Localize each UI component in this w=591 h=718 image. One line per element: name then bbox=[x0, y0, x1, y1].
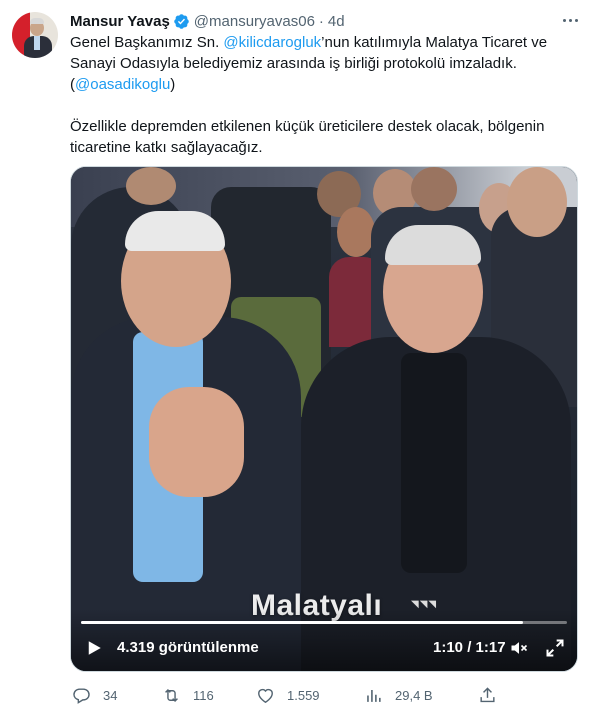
avatar[interactable] bbox=[12, 12, 58, 58]
analytics-button[interactable]: 29,4 B bbox=[364, 684, 433, 706]
retweet-icon bbox=[165, 688, 178, 702]
reply-button[interactable]: 34 bbox=[72, 684, 117, 706]
video-progress-bar[interactable] bbox=[81, 621, 567, 624]
avatar-shirt bbox=[34, 36, 40, 50]
author-name[interactable]: Mansur Yavaş bbox=[70, 13, 170, 30]
like-button[interactable]: 1.559 bbox=[256, 684, 320, 706]
duration: 1:17 bbox=[475, 639, 506, 656]
tweet-actions: 34 116 1.559 29,4 B bbox=[70, 684, 500, 706]
time-separator: / bbox=[463, 639, 476, 656]
crowd-person bbox=[507, 167, 567, 237]
video-controls: 4.319 görüntülenme 1:10 / 1:17 bbox=[71, 609, 577, 671]
tweet-header: Mansur Yavaş @mansuryavas06 · 4d bbox=[70, 11, 345, 31]
tweet-paragraph-1: Genel Başkanımız Sn. @kilicdarogluk’nun … bbox=[70, 32, 575, 95]
tweet: Mansur Yavaş @mansuryavas06 · 4d Genel B… bbox=[0, 0, 591, 718]
mention-kilicdarogluk[interactable]: @kilicdarogluk bbox=[223, 34, 321, 51]
main-person-right-hair bbox=[385, 225, 481, 265]
retweet-count: 116 bbox=[193, 687, 214, 703]
avatar-hair bbox=[30, 18, 44, 24]
crowd-person bbox=[126, 167, 176, 205]
reply-count: 34 bbox=[103, 687, 118, 703]
separator-dot: · bbox=[318, 12, 324, 30]
video-player[interactable]: Malatyalı ◥◥◥ 4.319 görüntülenme 1:10 / … bbox=[70, 166, 578, 672]
share-icon bbox=[480, 686, 495, 702]
heart-icon bbox=[258, 688, 273, 703]
video-progress-fill bbox=[81, 621, 524, 624]
tweet-text-segment: Genel Başkanımız Sn. bbox=[70, 34, 224, 51]
fullscreen-icon[interactable] bbox=[545, 638, 565, 658]
volume-muted-icon[interactable] bbox=[508, 638, 530, 658]
like-count: 1.559 bbox=[287, 687, 320, 703]
main-person-right-sweater bbox=[401, 353, 467, 573]
play-icon[interactable] bbox=[85, 639, 103, 657]
current-time: 1:10 bbox=[433, 639, 464, 656]
crowd-person bbox=[337, 207, 375, 257]
view-count: 29,4 B bbox=[395, 687, 433, 703]
more-dot bbox=[562, 18, 566, 22]
share-button[interactable] bbox=[478, 684, 497, 706]
tweet-paragraph-2: Özellikle depremden etkilenen küçük üret… bbox=[70, 118, 545, 156]
reply-icon bbox=[73, 687, 90, 704]
main-person-left-hair bbox=[125, 211, 225, 251]
retweet-button[interactable]: 116 bbox=[162, 684, 214, 706]
video-view-count: 4.319 görüntülenme bbox=[117, 639, 259, 656]
more-dot bbox=[574, 18, 578, 22]
analytics-icon bbox=[367, 689, 381, 702]
tweet-text: Genel Başkanımız Sn. @kilicdarogluk’nun … bbox=[70, 32, 575, 158]
timestamp[interactable]: 4d bbox=[328, 13, 345, 30]
more-options-icon[interactable] bbox=[559, 10, 581, 30]
crowd-person bbox=[411, 167, 457, 211]
video-timecode: 1:10 / 1:17 bbox=[433, 639, 506, 657]
mention-oasadikoglu[interactable]: @oasadikoglu bbox=[75, 76, 170, 93]
verified-badge-icon bbox=[174, 13, 189, 29]
more-dot bbox=[568, 18, 572, 22]
author-handle[interactable]: @mansuryavas06 bbox=[194, 13, 315, 30]
tweet-text-segment: ) bbox=[170, 76, 176, 93]
main-person-left-hands bbox=[149, 387, 244, 497]
